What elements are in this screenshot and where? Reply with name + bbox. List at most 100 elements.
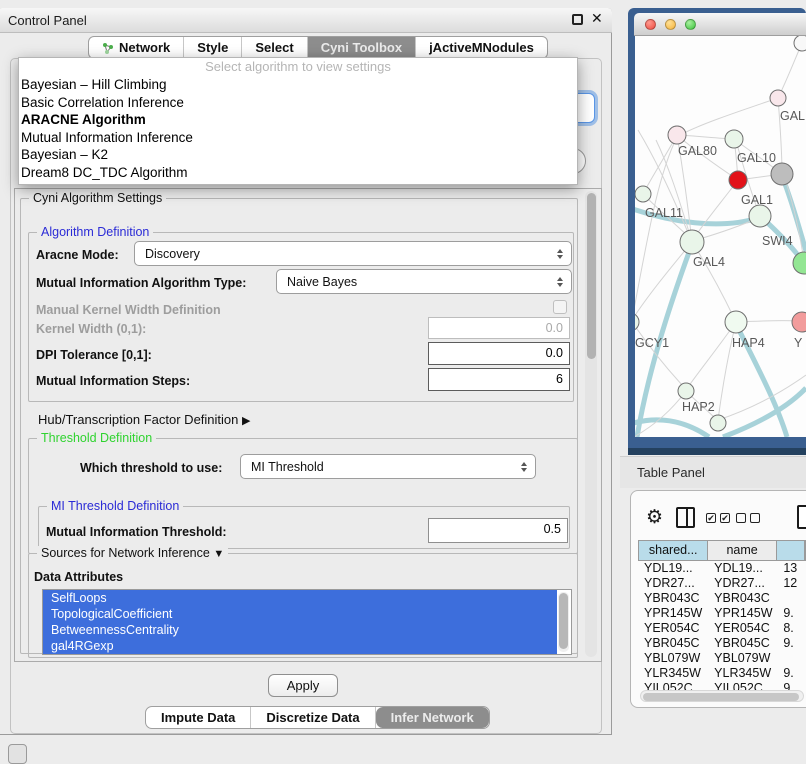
table-cell: YBL079W <box>638 651 708 666</box>
network-canvas[interactable]: GALGAL80GAL10GAL1GAL11SWI4GAL4GCY1HAP4YH… <box>635 36 806 437</box>
column-header[interactable] <box>777 541 805 560</box>
network-node-gal1[interactable] <box>729 171 747 189</box>
table-cell: YBR043C <box>708 591 777 606</box>
network-node[interactable] <box>710 415 726 431</box>
bottom-tab-infer-network[interactable]: Infer Network <box>376 707 489 728</box>
network-edge[interactable] <box>778 43 802 98</box>
tab-style[interactable]: Style <box>184 37 242 58</box>
apply-button[interactable]: Apply <box>268 674 338 697</box>
network-edge[interactable] <box>694 180 738 238</box>
network-node[interactable] <box>771 163 793 185</box>
select-all-checkboxes-icon[interactable]: ✔ <box>706 513 716 523</box>
algorithm-definition-title: Algorithm Definition <box>37 225 153 239</box>
data-attributes-list[interactable]: SelfLoopsTopologicalCoefficientBetweenne… <box>42 589 572 655</box>
tab-network[interactable]: Network <box>89 37 184 58</box>
hub-definition-toggle[interactable]: Hub/Transcription Factor Definition ▶ <box>38 412 250 427</box>
table-row[interactable]: YPR145WYPR145W9. <box>638 606 806 621</box>
table-cell: 9. <box>777 666 806 681</box>
table-cell: YER054C <box>638 621 708 636</box>
table-horizontal-scrollbar[interactable] <box>640 690 804 702</box>
which-threshold-combobox[interactable]: MI Threshold <box>240 454 536 479</box>
attributes-list-scrollbar[interactable] <box>558 592 569 652</box>
network-edge[interactable] <box>692 242 734 318</box>
select-all-checkboxes-icon[interactable]: ✔ <box>720 513 730 523</box>
algorithm-option[interactable]: Bayesian – Hill Climbing <box>19 76 577 94</box>
tab-label: Select <box>255 40 293 55</box>
aracne-mode-value: Discovery <box>145 247 200 261</box>
data-attribute-item[interactable]: TopologicalCoefficient <box>43 606 557 622</box>
mi-steps-field[interactable]: 6 <box>428 368 570 391</box>
tab-select[interactable]: Select <box>242 37 307 58</box>
mi-algorithm-type-combobox[interactable]: Naive Bayes <box>276 269 572 294</box>
table-cell: YDR27... <box>708 576 777 591</box>
cyni-algorithm-settings-title: Cyni Algorithm Settings <box>29 191 166 205</box>
control-panel-title: Control Panel <box>8 13 87 28</box>
algorithm-option[interactable]: ARACNE Algorithm <box>19 111 577 129</box>
zoom-traffic-light-icon[interactable] <box>685 19 696 30</box>
data-attribute-item[interactable]: BetweennessCentrality <box>43 622 557 638</box>
network-node-gal4[interactable] <box>680 230 704 254</box>
which-threshold-label: Which threshold to use: <box>80 461 222 475</box>
sources-title[interactable]: Sources for Network Inference ▼ <box>37 546 228 560</box>
table-document-icon[interactable] <box>797 505 806 529</box>
tab-cyni-toolbox[interactable]: Cyni Toolbox <box>308 37 416 58</box>
manual-kernel-width-checkbox[interactable] <box>553 300 567 314</box>
minimize-traffic-light-icon[interactable] <box>665 19 676 30</box>
split-columns-icon[interactable] <box>676 507 695 528</box>
column-header-name[interactable]: name <box>708 541 776 560</box>
minimized-panel-icon[interactable] <box>8 744 27 764</box>
table-row[interactable]: YBR043CYBR043C <box>638 591 806 606</box>
float-window-icon[interactable] <box>572 14 583 25</box>
bottom-tab-discretize-data[interactable]: Discretize Data <box>251 707 375 728</box>
algorithm-option[interactable]: Basic Correlation Inference <box>19 94 577 112</box>
network-node-gal[interactable] <box>770 90 786 106</box>
network-node-gal11[interactable] <box>635 186 651 202</box>
table-cell: YPR145W <box>708 606 777 621</box>
algorithm-dropdown-prompt: Select algorithm to view settings <box>19 58 577 76</box>
network-node[interactable] <box>794 36 806 51</box>
node-label: GAL10 <box>737 151 776 165</box>
deselect-all-checkboxes-icon[interactable] <box>750 513 760 523</box>
network-node-gal10[interactable] <box>725 130 743 148</box>
table-row[interactable]: YLR345WYLR345W9. <box>638 666 806 681</box>
network-edge[interactable] <box>635 137 677 320</box>
network-node-gal80[interactable] <box>668 126 686 144</box>
network-edge-thick[interactable] <box>723 388 806 437</box>
algorithm-option[interactable]: Mutual Information Inference <box>19 129 577 147</box>
network-window-bottom-frame <box>628 448 806 455</box>
network-edge[interactable] <box>635 242 692 320</box>
data-attribute-item[interactable]: gal4RGexp <box>43 638 557 654</box>
network-node-swi4[interactable] <box>749 205 771 227</box>
network-node-y[interactable] <box>792 312 806 332</box>
dpi-tolerance-field[interactable]: 0.0 <box>428 342 570 365</box>
table-row[interactable]: YBL079WYBL079W <box>638 651 806 666</box>
network-edge[interactable] <box>680 98 778 135</box>
data-attribute-item[interactable]: SelfLoops <box>43 590 557 606</box>
table-row[interactable]: YBR045CYBR045C9. <box>638 636 806 651</box>
close-traffic-light-icon[interactable] <box>645 19 656 30</box>
bottom-tab-impute-data[interactable]: Impute Data <box>146 707 251 728</box>
mi-threshold-field[interactable]: 0.5 <box>428 518 568 543</box>
algorithm-option[interactable]: Bayesian – K2 <box>19 146 577 164</box>
network-node-hap4[interactable] <box>725 311 747 333</box>
deselect-all-checkboxes-icon[interactable] <box>736 513 746 523</box>
algorithm-option[interactable]: Dream8 DC_TDC Algorithm <box>19 164 577 182</box>
network-edge-thick[interactable] <box>635 420 709 437</box>
network-window-titlebar[interactable] <box>634 13 806 36</box>
settings-scrollbar-thumb[interactable] <box>587 193 596 359</box>
table-row[interactable]: YER054CYER054C8. <box>638 621 806 636</box>
network-node-gcy1[interactable] <box>635 313 639 331</box>
network-edge[interactable] <box>635 322 684 387</box>
table-row[interactable]: YDR27...YDR27...12 <box>638 576 806 591</box>
node-label: SWI4 <box>762 234 793 248</box>
table-row[interactable]: YDL19...YDL19...13 <box>638 561 806 576</box>
column-header-shared[interactable]: shared... <box>639 541 708 560</box>
mi-threshold-definition-title: MI Threshold Definition <box>47 499 183 513</box>
network-node-hap2[interactable] <box>678 383 694 399</box>
aracne-mode-combobox[interactable]: Discovery <box>134 241 572 266</box>
table-panel-title: Table Panel <box>637 465 705 480</box>
node-label: GAL <box>780 109 805 123</box>
settings-gear-icon[interactable]: ⚙ <box>646 506 663 529</box>
tab-jactivemnodules[interactable]: jActiveMNodules <box>416 37 547 58</box>
close-icon[interactable]: ✕ <box>591 10 603 27</box>
